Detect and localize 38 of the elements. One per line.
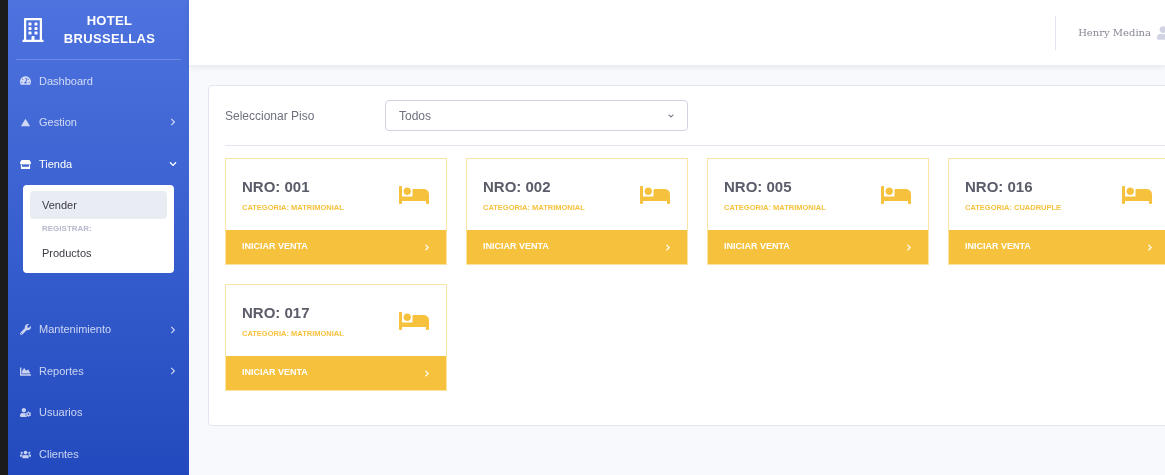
submenu-item[interactable]: Vender: [30, 190, 167, 219]
submenu-heading: REGISTRAR:: [41, 222, 93, 235]
sidebar-item[interactable]: Gestion: [8, 101, 189, 144]
dashboard-icon: [20, 75, 31, 87]
chevron-right-icon: [424, 369, 430, 377]
brand-title[interactable]: HOTEL BRUSSELLAS: [52, 11, 167, 48]
user-name[interactable]: Henry Medina: [1078, 25, 1151, 40]
users-icon: [20, 448, 31, 460]
chevron-right-icon: [169, 118, 177, 127]
submenu-item[interactable]: Productos: [30, 238, 167, 267]
chevron-right-icon: [906, 243, 912, 251]
user-gear-icon: [20, 407, 31, 419]
chevron-right-icon: [424, 243, 430, 251]
sidebar-item[interactable]: Dashboard: [8, 60, 189, 102]
sidebar-item[interactable]: Clientes: [8, 433, 189, 475]
triangle-icon: [20, 116, 31, 128]
chevron-right-icon: [665, 243, 671, 251]
sidebar-item[interactable]: Reportes: [8, 350, 189, 392]
room-number: NRO: 002: [483, 177, 552, 198]
chevron-right-icon: [1147, 243, 1153, 251]
floor-select[interactable]: Todos: [385, 100, 688, 131]
room-number: NRO: 016: [965, 177, 1034, 198]
chevron-right-icon: [169, 367, 177, 376]
user-icon[interactable]: [1157, 24, 1165, 41]
sidebar-item[interactable]: Usuarios: [8, 391, 189, 434]
wrench-icon: [20, 324, 31, 336]
room-number: NRO: 001: [242, 177, 311, 198]
filter-label: Seleccionar Piso: [225, 107, 316, 125]
chevron-right-icon: [169, 325, 177, 334]
room-number: NRO: 017: [242, 303, 311, 324]
building-icon: [22, 17, 44, 42]
sidebar-item[interactable]: Mantenimiento: [8, 308, 189, 351]
chart-icon: [20, 365, 31, 377]
chevron-down-icon: [668, 112, 674, 119]
chevron-down-icon: [169, 160, 177, 168]
store-icon: [20, 158, 31, 170]
room-number: NRO: 005: [724, 177, 793, 198]
sidebar-item[interactable]: Tienda: [8, 143, 189, 185]
